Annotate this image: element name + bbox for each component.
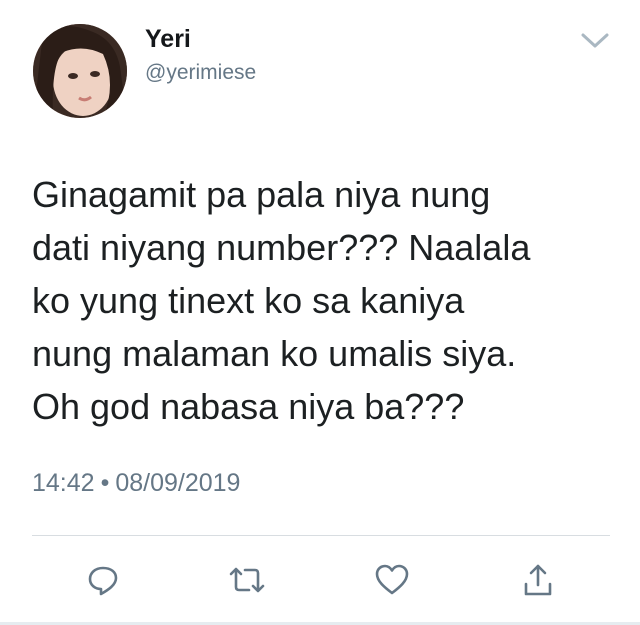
reply-button[interactable]: [83, 560, 123, 600]
tweet-text: Ginagamit pa pala niya nung dati niyang …: [32, 174, 531, 427]
tweet-time: 14:42: [32, 469, 95, 497]
reply-icon: [88, 566, 118, 596]
avatar-image: [33, 24, 127, 118]
share-icon: [524, 564, 552, 596]
heart-icon: [375, 564, 409, 595]
retweet-button[interactable]: [227, 560, 267, 600]
tweet-date: 08/09/2019: [115, 469, 241, 497]
share-button[interactable]: [518, 560, 558, 600]
avatar[interactable]: [33, 24, 127, 118]
chevron-down-icon[interactable]: [577, 28, 613, 52]
author-handle[interactable]: @yerimiese: [145, 60, 256, 86]
like-button[interactable]: [372, 560, 412, 600]
tweet-card: Yeri @yerimiese Ginagamit pa pala niya n…: [0, 0, 640, 625]
author-display-name[interactable]: Yeri: [145, 24, 191, 54]
tweet-timestamp[interactable]: 14:42 • 08/09/2019: [32, 466, 240, 500]
divider: [32, 535, 610, 536]
retweet-icon: [229, 567, 265, 593]
meta-separator: •: [100, 469, 110, 497]
